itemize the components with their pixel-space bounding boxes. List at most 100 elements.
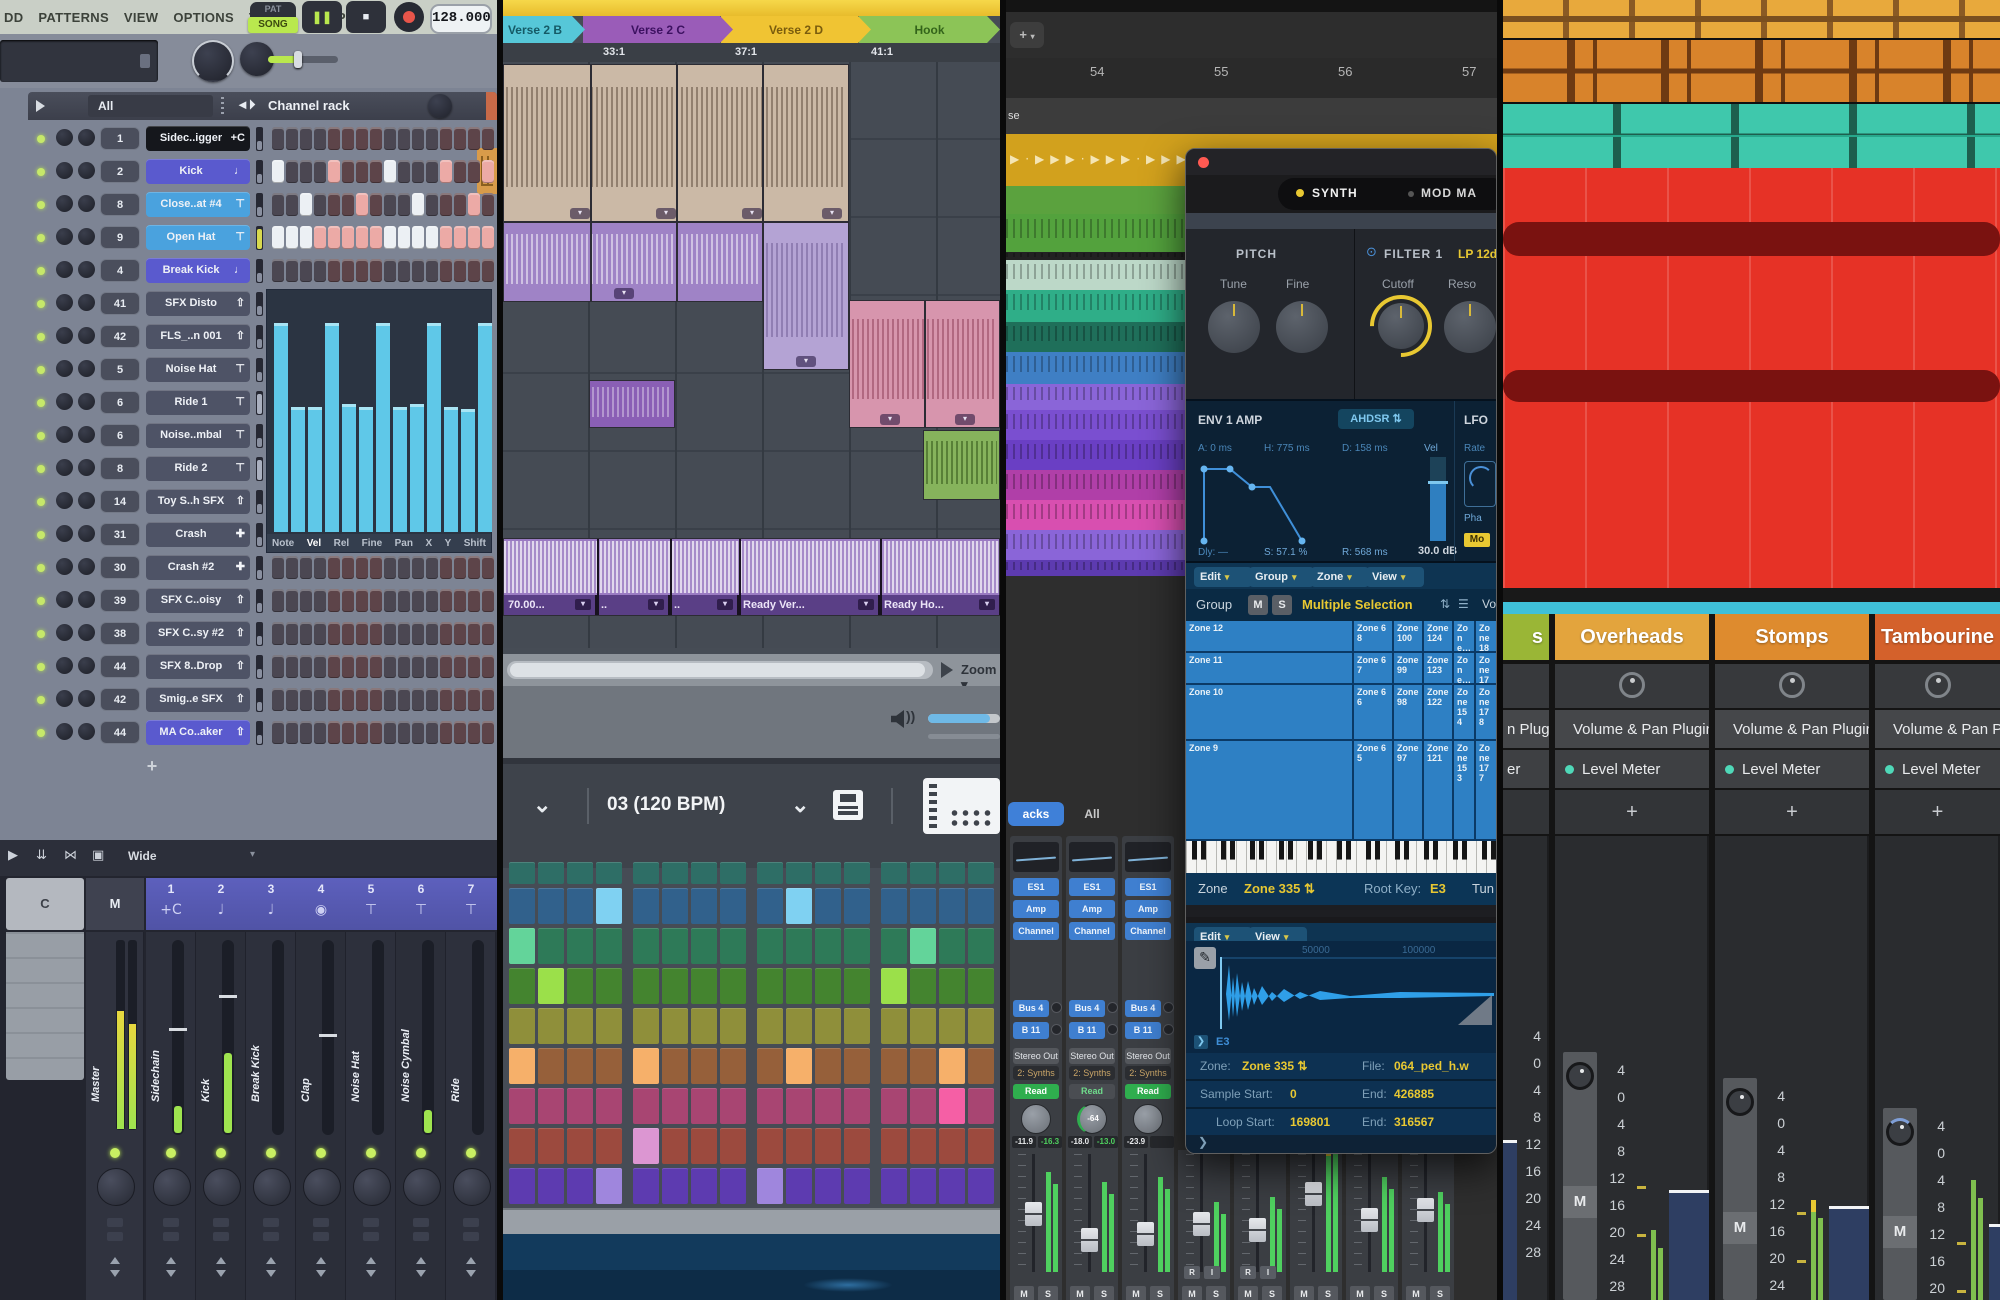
pad-cell[interactable] [567,1088,593,1124]
zone-cell[interactable]: Zone 11 [1186,653,1352,683]
channel-button[interactable]: Toy S..h SFX⇧ [146,489,250,514]
channel-knob[interactable] [56,162,73,179]
pad-cell[interactable] [509,1008,535,1044]
strip-enable-led[interactable] [366,1148,376,1158]
step-cell[interactable] [342,688,354,711]
mute-button[interactable]: M [1182,1286,1202,1300]
pad-cell[interactable] [633,888,659,924]
pad-cell[interactable] [939,928,965,964]
zone-cell[interactable]: Zone 98 [1394,685,1422,739]
step-cell[interactable] [482,589,494,612]
pad-cell[interactable] [662,1128,688,1164]
audio-clip-violet[interactable] [589,380,675,428]
mixer-strip[interactable]: Kick [196,932,246,1300]
pad-cell[interactable] [815,1008,841,1044]
step-cell[interactable] [314,160,326,183]
mute-button[interactable]: M [1350,1286,1370,1300]
strip-pan-knob[interactable] [403,1168,441,1206]
step-cell[interactable] [342,556,354,579]
audio-track-teal[interactable] [1503,104,2000,170]
pad-cell[interactable] [786,968,812,1004]
pad-cell[interactable] [720,1048,746,1084]
channel-button[interactable]: Ride 1⊤ [146,390,250,415]
step-cell[interactable] [370,622,382,645]
step-cell[interactable] [468,160,480,183]
graph-bar[interactable] [393,407,407,532]
step-cell[interactable] [328,721,340,744]
zone-cell[interactable]: Zone 124 [1424,621,1452,651]
pad-cell[interactable] [757,888,783,924]
step-cell[interactable] [482,160,494,183]
graph-tab-shift[interactable]: Shift [464,538,486,549]
strip-enable-led[interactable] [110,1148,120,1158]
fader-slot[interactable] [322,940,334,1135]
zone-cell[interactable]: Zone 68 [1354,621,1392,651]
scroll-down-icon[interactable] [216,1270,226,1282]
fx-slot[interactable] [313,1218,329,1227]
step-cell[interactable] [426,193,438,216]
pad-cell[interactable] [509,1048,535,1084]
pad-cell[interactable] [844,1048,870,1084]
menu-item-options[interactable]: OPTIONS [173,10,234,25]
input-monitor-button[interactable]: I [1260,1266,1276,1279]
pattern-number-badge[interactable]: 44 [100,655,140,678]
channel-enable-led[interactable] [37,333,45,341]
pad-cell[interactable] [720,1168,746,1204]
step-cell[interactable] [482,688,494,711]
filter-power-icon[interactable]: ⊙ [1366,245,1377,260]
fader-slot[interactable] [372,940,384,1135]
pad-cell[interactable] [757,1008,783,1044]
channel-knob[interactable] [78,261,95,278]
channel-button[interactable]: Break Kick♩ [146,258,250,283]
pad-cell[interactable] [939,1088,965,1124]
channel-knob[interactable] [56,459,73,476]
fx-slot[interactable] [363,1218,379,1227]
timeline-selection-bar[interactable] [503,0,1000,16]
region-thumbnail[interactable] [1006,560,1185,576]
step-cell[interactable] [454,589,466,612]
pad-cell[interactable] [596,1088,622,1124]
pad-cell[interactable] [939,888,965,924]
step-cell[interactable] [426,655,438,678]
channel-enable-led[interactable] [37,597,45,605]
eq-thumbnail[interactable] [1069,842,1115,872]
menu-item-dd[interactable]: DD [4,10,23,25]
pad-cell[interactable] [538,1168,564,1204]
zone-cell[interactable]: Zone 180 [1476,621,1496,651]
solo-button[interactable]: S [1374,1286,1394,1300]
fader-slot[interactable] [172,940,184,1135]
scroll-down-icon[interactable] [316,1270,326,1282]
plugin-slot[interactable]: n Plugin [1503,710,1549,748]
track-header[interactable]: Overheads [1555,614,1709,660]
fader-block[interactable] [1503,1140,1517,1300]
channel-enable-led[interactable] [37,201,45,209]
record-button[interactable] [394,2,424,32]
send-slot[interactable]: Bus 4 [1013,1000,1049,1017]
pad-cell[interactable] [633,1048,659,1084]
zone-cell[interactable]: Zone 123 [1424,653,1452,683]
channel-knob[interactable] [56,723,73,740]
pad-cell[interactable] [509,888,535,924]
region-thumbnail[interactable] [1006,500,1185,530]
disclosure-icon[interactable]: ❯ [1194,1035,1208,1049]
menu-item-patterns[interactable]: PATTERNS [38,10,109,25]
pad-cell[interactable] [567,862,593,884]
send-slot[interactable]: B 11 [1125,1022,1161,1039]
step-cell[interactable] [468,556,480,579]
track-header[interactable]: Stomps [1715,614,1869,660]
lfo-rate[interactable]: Rate [1464,443,1485,454]
step-cell[interactable] [426,226,438,249]
plugin-enabled-icon[interactable] [1885,765,1894,774]
channel-button[interactable]: Smig..e SFX⇧ [146,687,250,712]
pad-cell[interactable] [596,1168,622,1204]
pad-cell[interactable] [633,1128,659,1164]
pad-cell[interactable] [815,968,841,1004]
mixer-track-number[interactable]: 6 [396,882,446,900]
clip-menu-icon[interactable]: ▾ [570,208,590,219]
channel-knob[interactable] [56,195,73,212]
main-volume-knob[interactable] [192,40,234,82]
fader-cap[interactable] [1081,1228,1098,1252]
graph-tab-note[interactable]: Note [272,538,294,549]
step-cell[interactable] [300,556,312,579]
solo-button[interactable]: S [1262,1286,1282,1300]
